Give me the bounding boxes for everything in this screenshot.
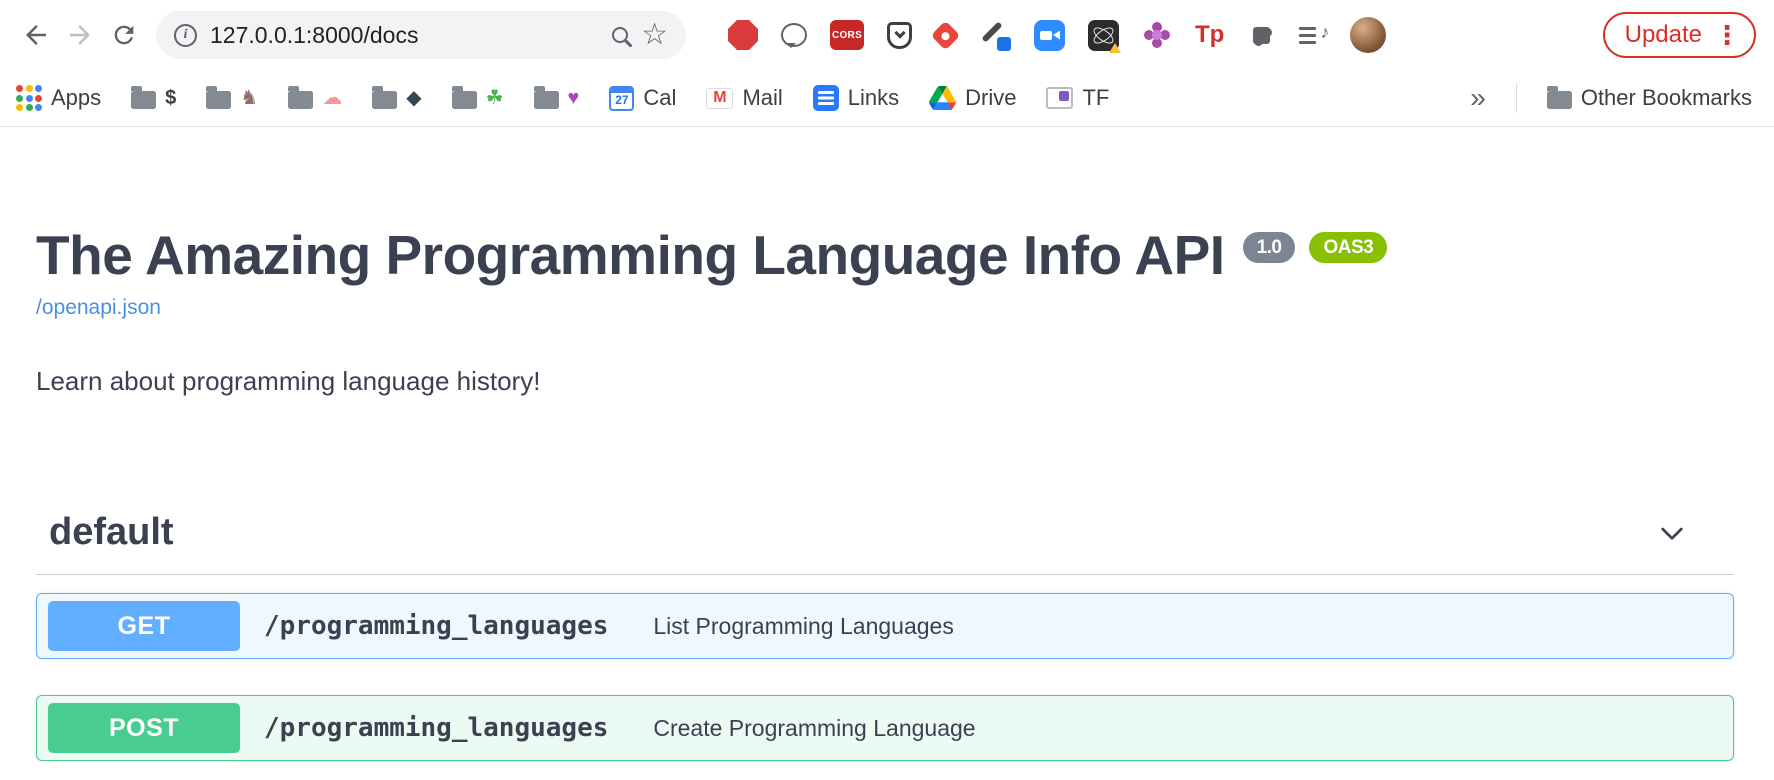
openapi-json-link[interactable]: /openapi.json [36, 296, 161, 320]
back-button[interactable] [14, 13, 58, 57]
bubble-tail [786, 43, 796, 53]
folder-icon [452, 91, 477, 109]
apps-shortcut[interactable]: Apps [16, 85, 101, 111]
endpoint-row-post[interactable]: POST /programming_languages Create Progr… [36, 695, 1734, 761]
post-method-badge: POST [48, 703, 240, 753]
folder-label: ☁ [322, 88, 342, 108]
bookmark-folder-horse[interactable]: ♞ [206, 87, 258, 109]
cors-extension-icon[interactable]: CORS [830, 20, 864, 50]
shield-extension-icon[interactable] [887, 22, 912, 49]
bookmark-label: Links [848, 85, 899, 111]
atom-extension-icon[interactable] [1088, 20, 1119, 51]
swagger-docs-page: The Amazing Programming Language Info AP… [0, 223, 1774, 761]
gmail-m-glyph: M [713, 90, 726, 106]
other-bookmarks[interactable]: Other Bookmarks [1547, 85, 1752, 111]
red-diamond-extension-icon[interactable] [931, 20, 961, 50]
browser-update-button[interactable]: Update ⋮ [1603, 12, 1756, 58]
warning-triangle-icon [1109, 43, 1121, 53]
purple-flower-extension-icon[interactable] [1152, 30, 1162, 40]
bookmark-folder-dollar[interactable]: $ [131, 87, 176, 109]
endpoint-summary: List Programming Languages [653, 613, 953, 640]
bookmark-drive[interactable]: Drive [929, 85, 1016, 111]
extensions-area: CORS Tp ♪ [728, 17, 1386, 53]
title-badges: 1.0 OAS3 [1243, 232, 1388, 263]
kebab-menu-icon[interactable]: ⋮ [1714, 22, 1740, 48]
folder-label: ♞ [240, 88, 258, 108]
google-drive-icon [929, 86, 956, 110]
bookmark-links[interactable]: Links [813, 85, 899, 111]
chat-bubble-extension-icon[interactable] [781, 23, 807, 47]
extensions-puzzle-icon[interactable] [1253, 27, 1270, 44]
bookmarks-overflow-chevron[interactable]: » [1470, 84, 1486, 112]
folder-label: ☘ [486, 88, 504, 108]
get-method-badge: GET [48, 601, 240, 651]
zoom-search-icon[interactable] [612, 27, 628, 43]
media-queue-extension-icon[interactable]: ♪ [1299, 24, 1327, 46]
tag-section-title: default [49, 511, 174, 554]
bookmarks-divider [1516, 83, 1517, 113]
gmail-icon: M [706, 88, 733, 109]
bookmark-label: Drive [965, 85, 1016, 111]
endpoint-path: /programming_languages [264, 611, 608, 641]
collapse-section-button[interactable] [1656, 517, 1688, 549]
reload-button[interactable] [102, 13, 146, 57]
version-badge: 1.0 [1243, 232, 1296, 263]
url-text[interactable]: 127.0.0.1:8000/docs [210, 22, 418, 49]
bookmark-folder-brain[interactable]: ☁ [288, 87, 342, 109]
folder-icon [1547, 91, 1572, 109]
chevron-down-icon [894, 27, 905, 38]
forward-arrow-icon [65, 20, 95, 50]
folder-label: ♥ [568, 88, 580, 108]
address-bar[interactable]: i 127.0.0.1:8000/docs ☆ [156, 11, 686, 59]
profile-avatar[interactable] [1350, 17, 1386, 53]
bookmark-tf[interactable]: TF [1046, 85, 1109, 111]
api-info-block: The Amazing Programming Language Info AP… [36, 223, 1734, 397]
chevron-down-icon [1656, 517, 1688, 549]
oas3-badge: OAS3 [1309, 232, 1387, 263]
bookmark-label: Cal [643, 85, 676, 111]
calendar-icon: 27 [609, 86, 634, 111]
bookmark-folder-graduation[interactable]: ◆ [372, 87, 421, 109]
forward-button[interactable] [58, 13, 102, 57]
browser-toolbar: i 127.0.0.1:8000/docs ☆ CORS Tp ♪ Update… [0, 0, 1774, 70]
page-title: The Amazing Programming Language Info AP… [36, 223, 1225, 287]
update-label: Update [1625, 21, 1702, 49]
bookmark-calendar[interactable]: 27 Cal [609, 85, 676, 111]
video-camera-extension-icon[interactable] [1034, 20, 1065, 51]
tag-section-header[interactable]: default [36, 511, 1734, 575]
bookmark-label: TF [1082, 85, 1109, 111]
bookmark-folder-herb[interactable]: ☘ [452, 87, 504, 109]
apps-grid-icon [16, 85, 42, 111]
reload-icon [110, 21, 138, 49]
bookmark-mail[interactable]: M Mail [706, 85, 782, 111]
folder-label: ◆ [406, 88, 421, 108]
folder-icon [288, 91, 313, 109]
bookmark-label: Mail [742, 85, 782, 111]
calendar-date: 27 [615, 93, 628, 109]
links-icon [813, 85, 839, 111]
music-note-icon: ♪ [1320, 22, 1329, 43]
folder-icon [131, 91, 156, 109]
color-picker-extension-icon[interactable] [979, 19, 1011, 51]
bookmark-folder-heart[interactable]: ♥ [534, 87, 580, 109]
endpoint-path: /programming_languages [264, 713, 608, 743]
endpoint-row-get[interactable]: GET /programming_languages List Programm… [36, 593, 1734, 659]
tf-bookmark-icon [1046, 87, 1073, 109]
back-arrow-icon [21, 20, 51, 50]
api-description: Learn about programming language history… [36, 366, 1734, 397]
other-bookmarks-label: Other Bookmarks [1581, 85, 1752, 111]
stop-sign-extension-icon[interactable] [728, 20, 758, 50]
folder-icon [206, 91, 231, 109]
site-info-icon[interactable]: i [174, 24, 197, 47]
tp-extension-icon[interactable]: Tp [1195, 21, 1224, 49]
folder-label: $ [165, 88, 176, 108]
bookmark-star-icon[interactable]: ☆ [641, 20, 668, 50]
bookmarks-bar: Apps $ ♞ ☁ ◆ ☘ ♥ 27 Cal M Mail Links [0, 70, 1774, 127]
apps-label: Apps [51, 85, 101, 111]
folder-icon [534, 91, 559, 109]
folder-icon [372, 91, 397, 109]
endpoint-summary: Create Programming Language [653, 715, 975, 742]
